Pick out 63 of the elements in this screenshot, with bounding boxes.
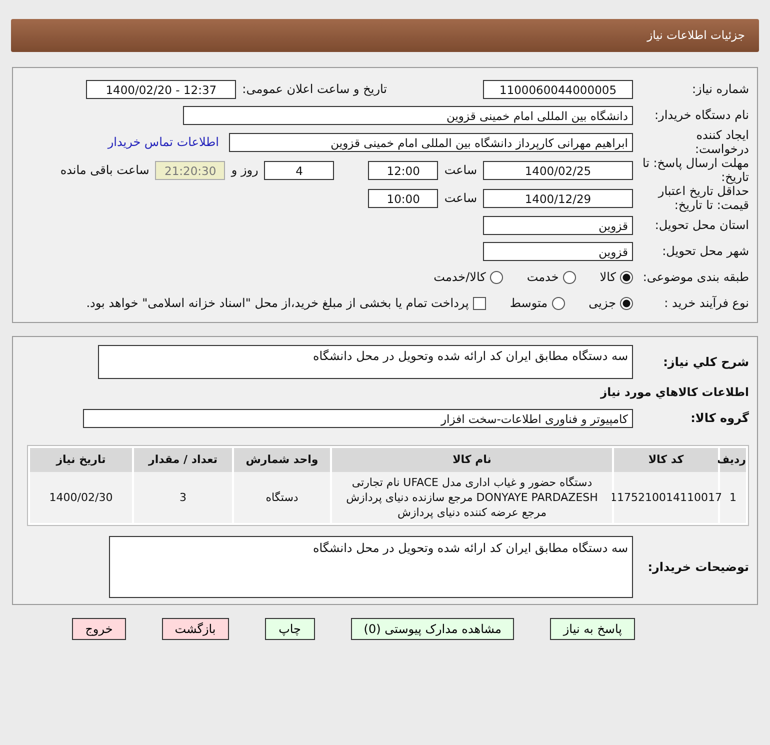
validity-date-field: 1400/12/29 — [483, 188, 633, 208]
action-button[interactable]: چاپ — [264, 618, 315, 640]
table-cell: 3 — [134, 472, 232, 523]
page-header: جزئیات اطلاعات نیاز — [11, 19, 759, 52]
option-label: کالا — [600, 270, 616, 284]
field-label: نام دستگاه خریدار: — [654, 108, 749, 122]
column-header: تعداد / مقدار — [134, 448, 232, 472]
buyer-org-field: دانشگاه بین المللی امام خمینی قزوین — [183, 106, 633, 124]
action-button[interactable]: بازگشت — [162, 618, 229, 640]
field-label: ساعت — [444, 191, 477, 205]
radio-button[interactable] — [562, 270, 576, 284]
column-header: ردیف — [720, 448, 746, 472]
option-label: جزیی — [588, 296, 616, 310]
province-field: قزوین — [483, 216, 633, 234]
table-cell: 1400/02/30 — [30, 472, 132, 523]
field-label: روز و — [231, 163, 258, 177]
option-label: خدمت — [526, 270, 559, 284]
validity-time-field: 10:00 — [368, 188, 438, 208]
option-label: متوسط — [510, 296, 548, 310]
column-header: تاریخ نیاز — [30, 448, 132, 472]
deadline-time-field: 12:00 — [368, 160, 438, 180]
column-header: کد کالا — [614, 448, 718, 472]
need-number-field: 1100060044000005 — [483, 80, 633, 98]
checkbox[interactable] — [472, 296, 486, 310]
buyer-notes-field: سه دستگاه مطابق ایران کد ارائه شده وتحویل در محل دانشگاه — [109, 536, 633, 598]
field-label: حداقل تاریخ اعتبار قیمت: تا تاریخ: — [656, 184, 749, 212]
field-label: شرح کلي نياز: — [662, 355, 749, 369]
radio-button[interactable] — [490, 270, 503, 284]
field-label: مهلت ارسال پاسخ: تا تاریخ: — [641, 156, 749, 184]
city-field: قزوین — [483, 242, 633, 260]
column-header: نام کالا — [332, 448, 612, 472]
field-label: استان محل تحویل: — [654, 218, 749, 232]
table-cell: دستگاه — [234, 472, 330, 523]
description-field: سه دستگاه مطابق ایران کد ارائه شده وتحویل در محل دانشگاه — [98, 345, 633, 379]
table-cell: 1 — [720, 472, 746, 523]
goods-group-field: کامپیوتر و فناوری اطلاعات-سخت افزار — [83, 408, 633, 428]
remaining-time-field: 21:20:30 — [155, 160, 226, 180]
field-label: ساعت — [444, 163, 477, 177]
field-label: نوع فرآیند خرید : — [663, 296, 749, 310]
radio-button[interactable] — [620, 296, 633, 310]
field-label: تاریخ و ساعت اعلان عمومی: — [242, 82, 387, 96]
option-label: کالا/خدمت — [434, 270, 486, 284]
deadline-date-field: 1400/02/25 — [483, 160, 633, 180]
creator-field: ابراهیم مهرانی کارپرداز دانشگاه بین المللی امام خمینی قزوین — [229, 132, 633, 152]
option-label: پرداخت تمام یا بخشی از مبلغ خرید،از محل "اسناد خزانه اسلامی" خواهد بود. — [86, 296, 469, 310]
action-button[interactable]: خروج — [72, 618, 126, 640]
action-button[interactable]: مشاهده مدارک پیوستی (0) — [350, 618, 514, 640]
action-button[interactable]: پاسخ به نیاز — [550, 618, 635, 640]
days-field: 4 — [264, 160, 334, 180]
field-label: ایجاد کننده درخواست: — [694, 128, 749, 156]
field-label: توضیحات خریدار: — [646, 560, 749, 574]
section-heading: اطلاعات کالاهاي مورد نياز — [600, 384, 749, 401]
field-label: ساعت باقی مانده — [60, 163, 150, 177]
radio-button[interactable] — [620, 270, 633, 284]
column-header: واحد شمارش — [234, 448, 330, 472]
field-label: گروه کالا: — [690, 411, 749, 425]
contact-link[interactable]: اطلاعات تماس خریدار — [108, 135, 219, 149]
table-cell: دستگاه حضور و غیاب اداری مدل UFACE نام تجارتی DONYAYE PARDAZESH مرجع سازنده دنیای پردازش مرجع عرضه کننده دنیای پردازش — [332, 472, 612, 523]
radio-button[interactable] — [552, 296, 565, 310]
field-label: شماره نیاز: — [691, 82, 749, 96]
field-label: شهر محل تحویل: — [661, 244, 749, 258]
announce-date-field: 1400/02/20 - 12:37 — [86, 80, 236, 98]
field-label: طبقه بندی موضوعی: — [642, 270, 749, 284]
